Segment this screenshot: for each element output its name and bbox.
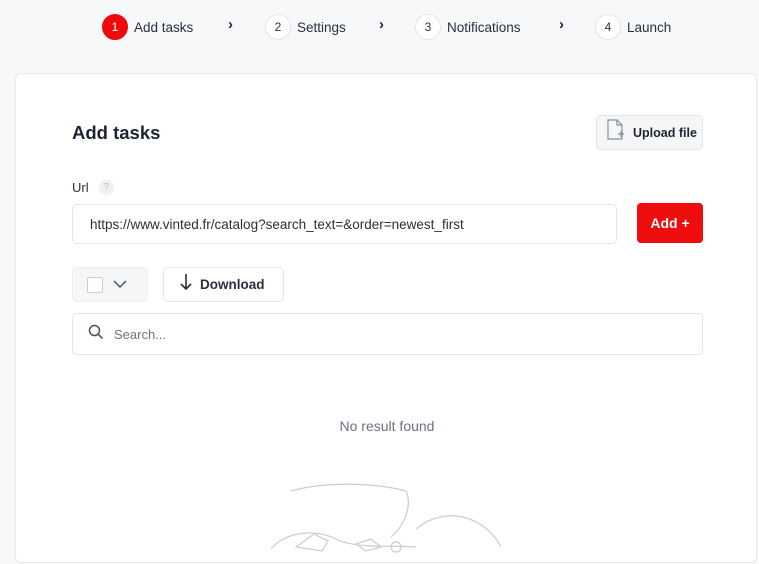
add-tasks-card: Add tasks Upload file Url ? Add +: [15, 73, 757, 563]
step-label: Launch: [627, 19, 672, 35]
checkbox-icon[interactable]: [87, 276, 103, 293]
step-label: Settings: [297, 19, 346, 35]
chevron-right-icon: ›: [379, 16, 384, 33]
step-label: Notifications: [447, 19, 521, 35]
step-number: 4: [595, 14, 621, 40]
chevron-right-icon: ›: [559, 16, 564, 33]
select-all-dropdown[interactable]: [72, 267, 148, 302]
help-icon[interactable]: ?: [98, 180, 114, 195]
upload-file-button[interactable]: Upload file: [596, 115, 703, 150]
search-input[interactable]: [114, 326, 674, 342]
step-number: 1: [102, 14, 128, 40]
step-launch[interactable]: 4 Launch: [595, 13, 671, 41]
add-button[interactable]: Add +: [637, 203, 703, 243]
step-number: 3: [415, 14, 441, 40]
step-notifications[interactable]: 3 Notifications: [415, 13, 521, 41]
step-settings[interactable]: 2 Settings: [265, 13, 346, 41]
url-label-text: Url: [72, 180, 89, 195]
download-label: Download: [200, 277, 265, 292]
upload-file-label: Upload file: [633, 125, 697, 140]
step-add-tasks[interactable]: 1 Add tasks: [102, 13, 193, 41]
chevron-right-icon: ›: [228, 16, 233, 33]
search-icon: [88, 324, 104, 345]
step-label: Add tasks: [134, 19, 194, 35]
url-input[interactable]: [72, 204, 617, 244]
empty-state-message: No result found: [339, 418, 435, 434]
page-title: Add tasks: [72, 122, 161, 143]
file-add-icon: [605, 119, 625, 146]
stepper: 1 Add tasks › 2 Settings › 3 Notificatio…: [0, 13, 759, 41]
url-field-label: Url ?: [72, 180, 114, 195]
download-button[interactable]: Download: [163, 267, 284, 302]
empty-state-illustration: [256, 479, 526, 564]
chevron-down-icon[interactable]: [113, 276, 127, 294]
step-number: 2: [265, 14, 291, 40]
search-box: [72, 313, 703, 355]
arrow-down-icon: [180, 273, 192, 296]
